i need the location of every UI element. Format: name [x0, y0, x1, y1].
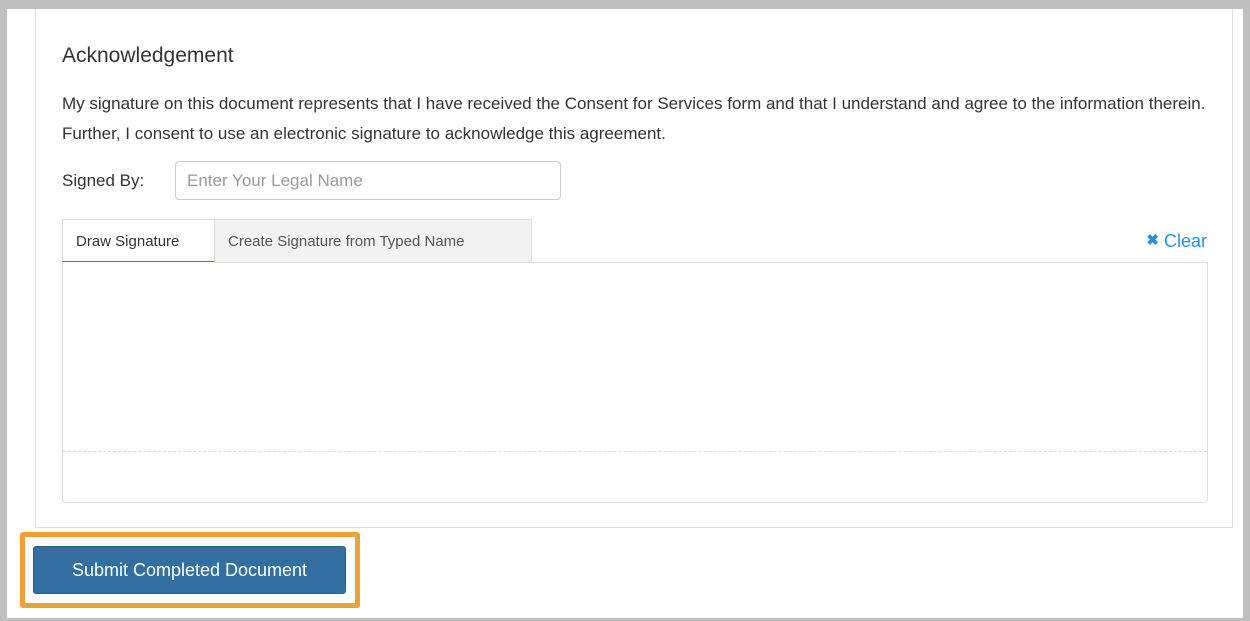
signed-by-label: Signed By: — [62, 171, 145, 190]
signature-tabs: Draw Signature Create Signature from Typ… — [62, 219, 532, 263]
submit-completed-document-button[interactable]: Submit Completed Document — [33, 546, 346, 594]
acknowledgement-title: Acknowledgement — [62, 44, 234, 67]
signature-pad[interactable] — [62, 262, 1208, 503]
signature-pad-border — [215, 262, 1208, 263]
close-icon: ✖ — [1146, 232, 1159, 249]
tab-draw-signature[interactable]: Draw Signature — [62, 219, 215, 263]
clear-label: Clear — [1163, 231, 1207, 251]
acknowledgement-text: My signature on this document represents… — [62, 94, 1206, 143]
legal-name-input[interactable] — [175, 161, 561, 200]
signature-guide-line — [63, 451, 1207, 452]
clear-button[interactable]: ✖ Clear — [1146, 230, 1207, 252]
tab-typed-signature[interactable]: Create Signature from Typed Name — [215, 219, 532, 263]
